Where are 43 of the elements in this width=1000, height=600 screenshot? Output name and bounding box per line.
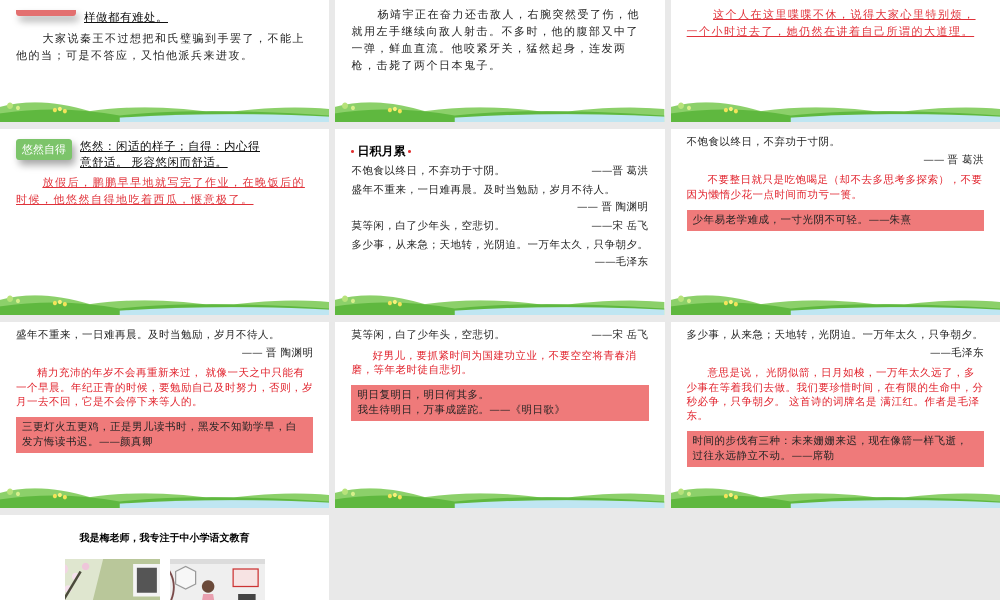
quote-line: 莫等闲，白了少年头，空悲切。 — [351, 219, 506, 234]
explanation-text: 好男儿，要抓紧时间为国建功立业，不要空空将青春消磨，等年老时徒自悲切。 — [351, 348, 638, 378]
quote-banner: 少年易老学难成，一寸光阴不可轻。——朱熹 — [686, 210, 984, 231]
term-tag: 悠然自得 — [16, 139, 72, 160]
quote-line: 盛年不重来，一日难再晨。及时当勉励，岁月不待人。 — [16, 328, 280, 343]
example-sentence: 这个人在这里喋喋不休，说得大家心里特别烦，一个小时过去了，她仍然在讲着自己所谓的大道理。 — [686, 7, 977, 40]
slide-thumbnail[interactable]: 悠然自得 悠然：闲适的样子；自得：内心得意舒适。 形容悠闲而舒适。 放假后，鹏鹏早早地就写完了作业，在晚饭后的时候，他悠然自得地吃着西瓜，惬意极了。 — [0, 129, 330, 315]
quote-line: 莫等闲，白了少年头，空悲切。 — [351, 328, 506, 343]
quote-line: 不饱食以终日，不弃功于寸阴。 — [686, 135, 841, 150]
slide-thumbnail[interactable]: 不饱食以终日，不弃功于寸阴。 —— 晋 葛洪 不要整日就只是吃饱喝足（却不去多思考多探索），不要因为懒惰少花一点时间而功亏一篑。 少年易老学难成，一寸光阴不可轻。——朱熹 — [670, 129, 1000, 315]
explanation-text: 不要整日就只是吃饱喝足（却不去多思考多探索），不要因为懒惰少花一点时间而功亏一篑。 — [686, 173, 984, 202]
paragraph: 杨靖宇正在奋力还击敌人，右腕突然受了伤，他就用左手继续向敌人射击。不多时，他的腹部又中了一弹，鲜血直流。他咬紧牙关，猛然起身，连发两枪，击毙了两个日本鬼子。 — [351, 7, 642, 74]
quote-author: —— 晋 陶渊明 — [576, 201, 649, 216]
explanation-text: 精力充沛的年岁不会再重新来过， 就像一天之中只能有一个早晨。年纪正青的时候，要勉励自己及时努力，否则，岁月一去不回，它是不会停下来等人的。 — [16, 366, 314, 409]
quote-banner: 时间的步伐有三种：未来姗姗来迟，现在像箭一样飞逝，过往永远静立不动。——席勒 — [686, 431, 984, 468]
paragraph: 大家说秦王不过想把和氏璧骗到手罢了，不能上他的当；可是不答应，又怕他派兵来进攻。 — [16, 30, 306, 64]
quote-line: 多少事，从来急；天地转，光阴迫。一万年太久，只争朝夕。 — [351, 238, 648, 252]
slide-thumbnail[interactable]: 莫等闲，白了少年头，空悲切。 ——宋 岳飞 好男儿，要抓紧时间为国建功立业，不要空空将青春消磨，等年老时徒自悲切。 明日复明日，明日何其多。 我生待明日，万事成蹉跎。——《明日歌》 — [335, 322, 665, 508]
quote-line: 盛年不重来，一日难再晨。及时当勉励，岁月不待人。 — [351, 182, 616, 198]
slide-thumbnail[interactable]: 这个人在这里喋喋不休，说得大家心里特别烦，一个小时过去了，她仍然在讲着自己所谓的大道理。 — [670, 0, 1000, 122]
quote-line: 不饱食以终日，不弃功于寸阴。 — [351, 164, 506, 179]
slide-thumbnail[interactable]: 杨靖宇正在奋力还击敌人，右腕突然受了伤，他就用左手继续向敌人射击。不多时，他的腹部又中了一弹，鲜血直流。他咬紧牙关，猛然起身，连发两枪，击毙了两个日本鬼子。 — [335, 0, 665, 122]
quote-author: ——宋 岳飞 — [591, 328, 649, 343]
quote-line: 多少事，从来急；天地转，光阴迫。一万年太久，只争朝夕。 — [686, 328, 984, 343]
quote-author: ——毛泽东 — [930, 346, 984, 360]
quote-banner: 三更灯火五更鸡，正是男儿读书时，黑发不知勤学早，白发方悔读书迟。——颜真卿 — [16, 416, 314, 454]
slide-thumbnail[interactable]: 日积月累 不饱食以终日，不弃功于寸阴。 ——晋 葛洪 盛年不重来，一日难再晨。及时当勉励，岁月不待人。 —— 晋 陶渊明 莫等闲，白了少年头，空悲切。 ——宋 岳飞 多少事，从来急；天地转，光阴迫。一万年太久，只争朝夕。 ——毛泽东 — [335, 129, 665, 315]
quote-author: ——宋 岳飞 — [591, 219, 649, 234]
quote-author: ——毛泽东 — [594, 256, 649, 270]
slide-thumbnail[interactable]: 我是梅老师，我专注于中小学语文教育 — [0, 515, 330, 600]
quote-author: —— 晋 陶渊明 — [242, 346, 314, 360]
slide-thumbnail[interactable]: 盛年不重来，一日难再晨。及时当勉励，岁月不待人。 —— 晋 陶渊明 精力充沛的年岁不会再重新来过， 就像一天之中只能有一个早晨。年纪正青的时候，要勉励自己及时努力，否则，岁月一去不回，它是不会停下来等人的。 三更灯火五更鸡，正是男儿读书时，黑发不知勤学早，白发方悔读书迟。——颜真卿 — [0, 322, 330, 508]
definition-text: 样做都有难处。 — [84, 10, 168, 26]
caption: 我是梅老师，我专注于中小学语文教育 — [78, 531, 251, 545]
quote-author: ——晋 葛洪 — [591, 164, 649, 179]
example-sentence: 放假后，鹏鹏早早地就写完了作业，在晚饭后的时候，他悠然自得地吃着西瓜，惬意极了。 — [16, 175, 306, 208]
quote-banner: 明日复明日，明日何其多。 我生待明日，万事成蹉跎。——《明日歌》 — [351, 385, 649, 422]
quote-author: —— 晋 葛洪 — [923, 154, 984, 168]
definition-text: 悠然：闲适的样子；自得：内心得意舒适。 形容悠闲而舒适。 — [80, 139, 261, 170]
explanation-text: 意思是说， 光阴似箭，日月如梭，一万年太久远了，多少事在等着我们去做。我们要珍惜时间，在有限的生命中，分秒必争，只争朝夕。 这首诗的词牌名是 满江红。作者是毛泽东。 — [686, 366, 984, 424]
section-heading: 日积月累 — [357, 143, 406, 160]
slide-thumbnail[interactable]: 多少事，从来急；天地转，光阴迫。一万年太久，只争朝夕。 ——毛泽东 意思是说， 光阴似箭，日月如梭，一万年太久远了，多少事在等着我们去做。我们要珍惜时间，在有限的生命中，分秒必争，只争朝夕。 这首诗的词牌名是 满江红。作者是毛泽东。 时间的步伐有三种：未来姗姗来迟，现在像箭一样飞逝，过往永远静立不动。——席勒 — [670, 322, 1000, 508]
slide-thumbnail[interactable]: 样做都有难处。 大家说秦王不过想把和氏璧骗到手罢了，不能上他的当；可是不答应，又怕他派兵来进攻。 — [0, 0, 330, 122]
